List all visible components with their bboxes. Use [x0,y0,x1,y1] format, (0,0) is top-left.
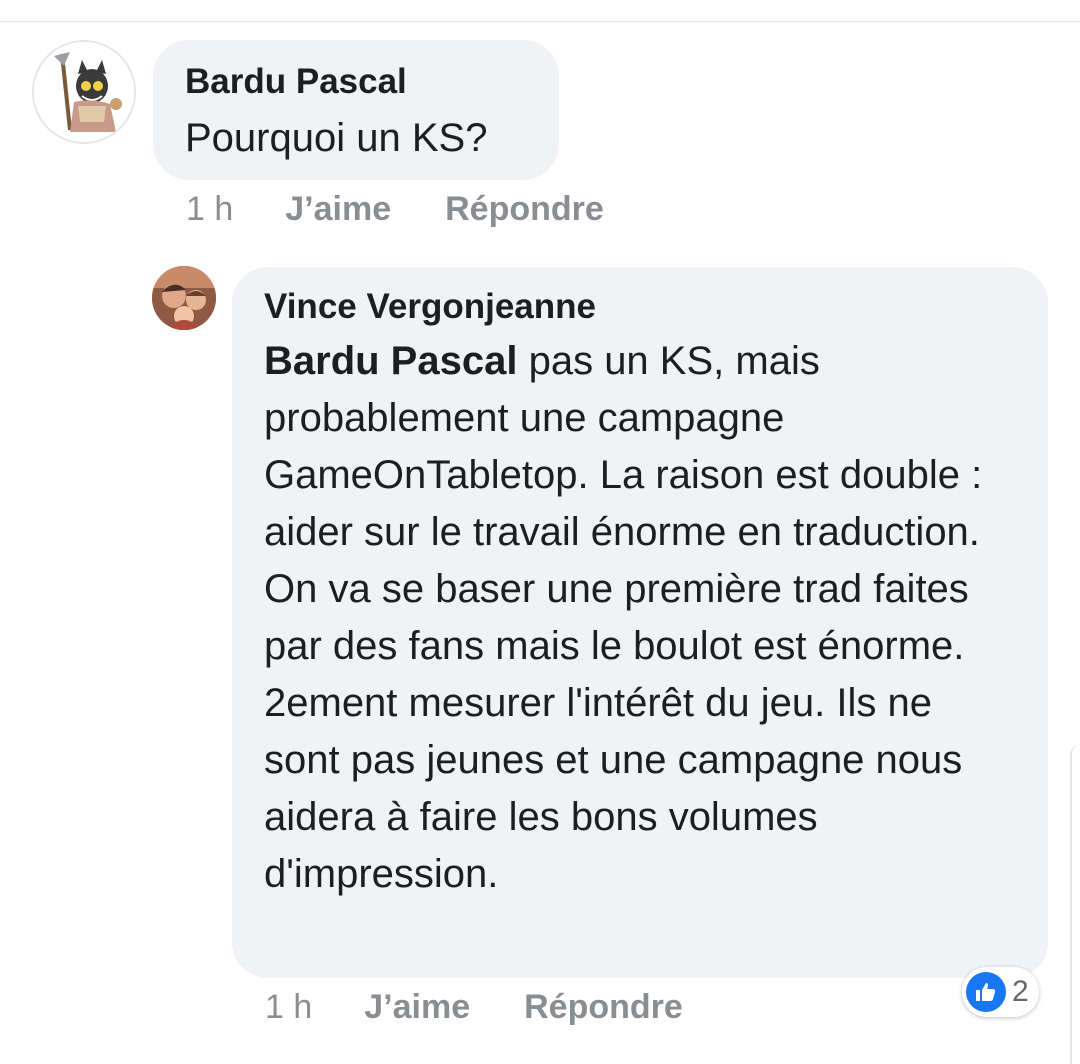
reply-button[interactable]: Répondre [445,190,604,229]
avatar[interactable] [32,40,136,144]
comment-bubble: Bardu Pascal Pourquoi un KS? [153,40,559,180]
divider [0,21,1080,22]
reply-author[interactable]: Vince Vergonjeanne [264,285,1016,329]
reply-body: pas un KS, mais probablement une campagn… [264,339,983,896]
thumbs-up-icon [966,972,1006,1012]
reaction-count: 2 [1012,975,1029,1008]
avatar-illustration [34,42,134,142]
comment-text: Pourquoi un KS? [185,116,488,160]
comment-actions: 1 h J’aime Répondre [186,190,604,229]
like-button[interactable]: J’aime [285,190,391,229]
comment-timestamp[interactable]: 1 h [186,190,233,229]
reply-text: Bardu Pascal pas un KS, mais probablemen… [264,333,1016,903]
comment-thread: Bardu Pascal Pourquoi un KS? 1 h J’aime … [0,0,1080,1064]
reaction-badge[interactable]: 2 [962,967,1039,1017]
avatar-photo [152,266,216,330]
reply-timestamp[interactable]: 1 h [265,988,312,1027]
mention-link[interactable]: Bardu Pascal [264,339,517,383]
reply-bubble: Vince Vergonjeanne Bardu Pascal pas un K… [232,267,1048,978]
adjacent-panel-edge [1070,745,1080,1064]
reply-button[interactable]: Répondre [524,988,683,1027]
reply-actions: 1 h J’aime Répondre [265,988,683,1027]
like-button[interactable]: J’aime [364,988,470,1027]
comment-author[interactable]: Bardu Pascal [185,60,527,104]
avatar[interactable] [152,266,216,330]
